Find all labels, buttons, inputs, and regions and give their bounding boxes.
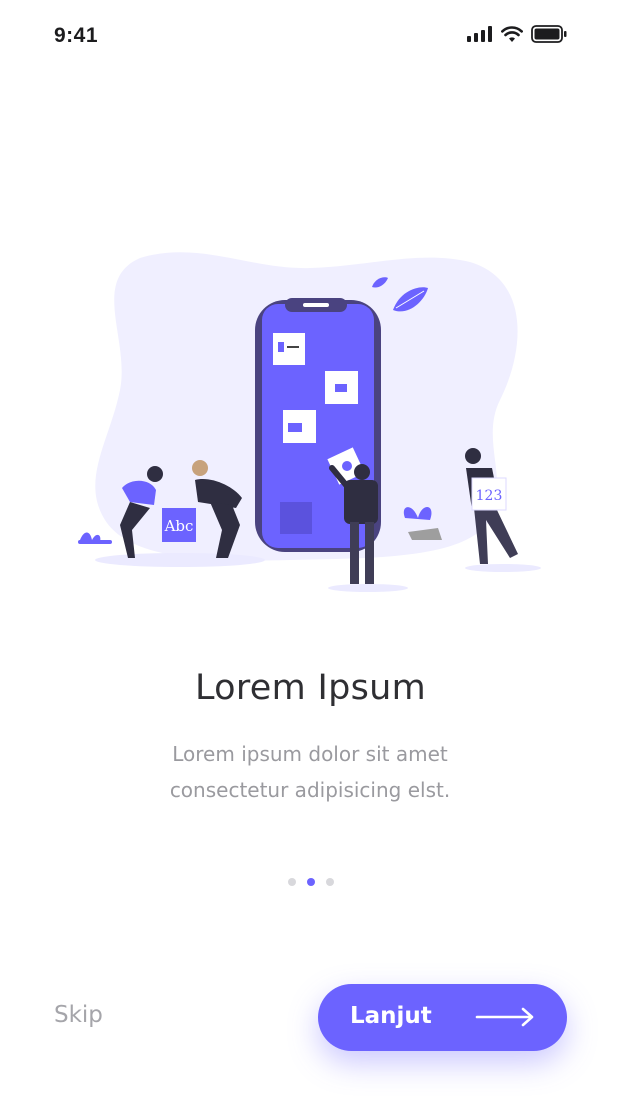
battery-icon xyxy=(531,25,567,43)
signal-icon xyxy=(467,26,492,42)
pagination-dot-3[interactable] xyxy=(325,878,334,886)
arrow-right-icon xyxy=(475,1007,534,1027)
illustration-svg: Abc 123 xyxy=(78,252,541,592)
tile-4 xyxy=(280,502,312,534)
next-button-label: Lanjut xyxy=(350,1003,432,1029)
ground-shadow-right xyxy=(465,564,541,572)
onboarding-illustration: Abc 123 xyxy=(70,240,550,600)
person-center-body xyxy=(344,480,378,524)
pagination-dots xyxy=(0,878,621,886)
pagination-dot-1[interactable] xyxy=(287,878,296,886)
box-abc-label: Abc xyxy=(164,517,194,535)
person-left-a-head xyxy=(147,466,163,482)
person-center-head xyxy=(354,464,370,480)
skip-button[interactable]: Skip xyxy=(54,1002,103,1028)
pagination-dot-2[interactable] xyxy=(306,878,315,886)
status-bar: 9:41 xyxy=(0,0,621,70)
sign-123-label: 123 xyxy=(476,488,503,504)
wifi-icon xyxy=(501,25,523,42)
person-right-head xyxy=(465,448,481,464)
tile-1 xyxy=(273,333,305,365)
status-time: 9:41 xyxy=(54,24,99,47)
status-icons xyxy=(467,24,567,44)
ground-shadow-left xyxy=(95,553,265,567)
page-title: Lorem Ipsum xyxy=(194,668,427,708)
next-button[interactable]: Lanjut xyxy=(318,984,567,1051)
ground-shadow-center xyxy=(328,584,408,592)
person-left-b-head xyxy=(192,460,208,476)
page-subtitle: Lorem ipsum dolor sit amet consectetur a… xyxy=(169,742,451,802)
